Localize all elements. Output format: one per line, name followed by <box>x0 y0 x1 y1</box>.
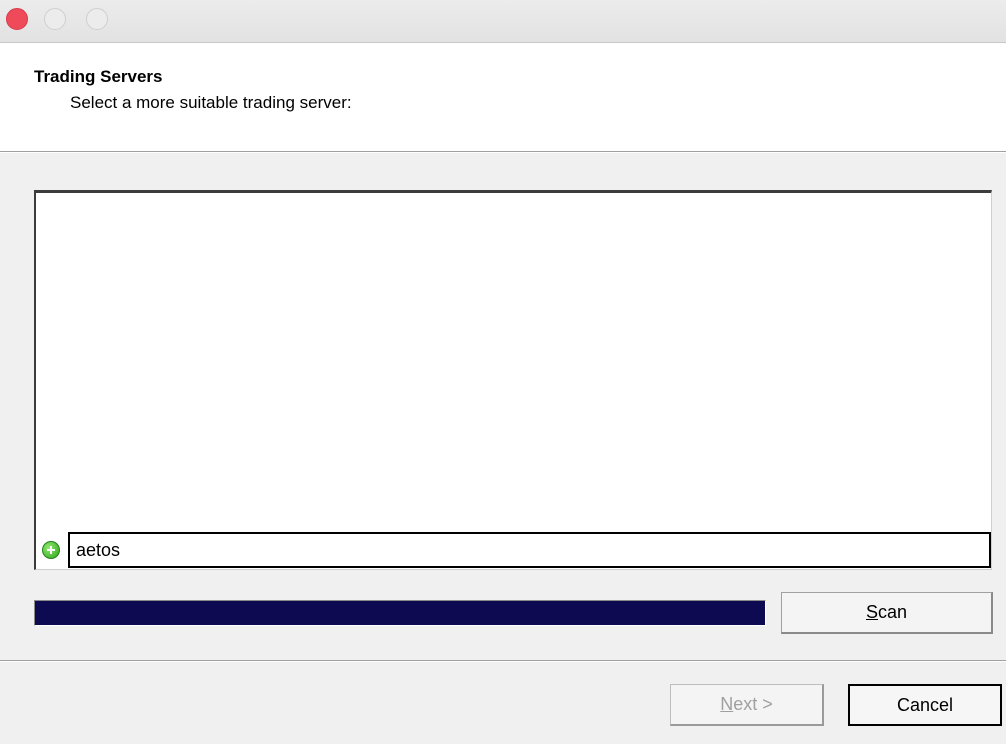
cancel-button[interactable]: Cancel <box>848 684 1002 726</box>
wizard-header: Trading Servers Select a more suitable t… <box>0 43 1006 151</box>
next-button[interactable]: Next > <box>670 684 824 726</box>
next-mnemonic: N <box>720 694 734 714</box>
title-bar <box>0 0 1006 43</box>
header-divider <box>0 151 1006 153</box>
scan-label: can <box>877 602 908 622</box>
maximize-window-button[interactable] <box>86 8 108 30</box>
next-label: ext > <box>733 694 773 714</box>
page-title: Trading Servers <box>34 67 163 86</box>
server-list[interactable] <box>34 190 992 570</box>
add-server-icon[interactable] <box>42 541 60 559</box>
page-subtitle: Select a more suitable trading server: <box>70 93 352 112</box>
server-search-input[interactable] <box>68 532 991 568</box>
footer-divider <box>0 660 1006 662</box>
scan-mnemonic: S <box>865 602 878 622</box>
minimize-window-button[interactable] <box>44 8 66 30</box>
scan-button[interactable]: Scan <box>781 592 993 634</box>
scan-progress-fill <box>35 601 765 625</box>
scan-progress-bar <box>34 600 766 626</box>
close-window-button[interactable] <box>6 8 28 30</box>
